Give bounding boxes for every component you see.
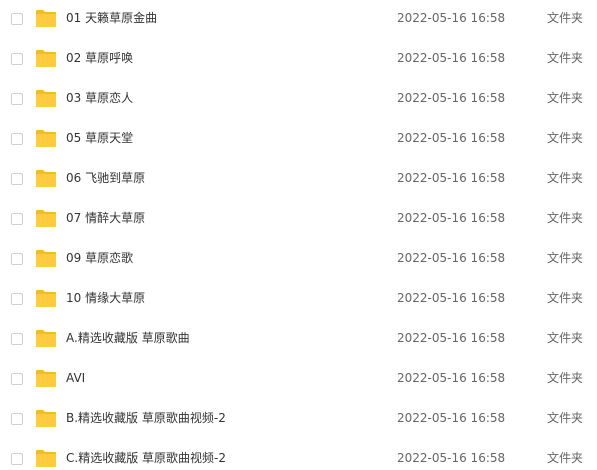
file-name[interactable]: 02 草原呼唤 [66,50,133,66]
file-type: 文件夹 [547,451,584,465]
file-row[interactable]: 02 草原呼唤 2022-05-16 16:58 文件夹 [0,40,597,80]
file-type: 文件夹 [547,411,584,425]
row-checkbox[interactable] [11,373,23,385]
file-row[interactable]: 07 情醉大草原 2022-05-16 16:58 文件夹 [0,200,597,240]
row-checkbox[interactable] [11,293,23,305]
folder-icon [35,248,57,268]
file-row[interactable]: 09 草原恋歌 2022-05-16 16:58 文件夹 [0,240,597,280]
folder-icon [35,128,57,148]
file-date: 2022-05-16 16:58 [397,51,506,65]
file-date: 2022-05-16 16:58 [397,171,506,185]
row-checkbox[interactable] [11,253,23,265]
file-type: 文件夹 [547,211,584,225]
folder-icon [35,288,57,308]
file-row[interactable]: 01 天籁草原金曲 2022-05-16 16:58 文件夹 [0,0,597,40]
file-list: 01 天籁草原金曲 2022-05-16 16:58 文件夹 02 草原呼唤 2… [0,0,597,470]
file-type: 文件夹 [547,11,584,25]
file-row[interactable]: C.精选收藏版 草原歌曲视频-2 2022-05-16 16:58 文件夹 [0,440,597,470]
file-type: 文件夹 [547,91,584,105]
row-checkbox[interactable] [11,53,23,65]
file-row[interactable]: 06 飞驰到草原 2022-05-16 16:58 文件夹 [0,160,597,200]
folder-icon [35,88,57,108]
file-name[interactable]: 06 飞驰到草原 [66,170,145,186]
file-row[interactable]: AVI 2022-05-16 16:58 文件夹 [0,360,597,400]
file-row[interactable]: 05 草原天堂 2022-05-16 16:58 文件夹 [0,120,597,160]
row-checkbox[interactable] [11,333,23,345]
file-name[interactable]: 10 情缘大草原 [66,290,145,306]
file-name[interactable]: 03 草原恋人 [66,90,133,106]
row-checkbox[interactable] [11,173,23,185]
file-date: 2022-05-16 16:58 [397,211,506,225]
row-checkbox[interactable] [11,413,23,425]
file-name[interactable]: C.精选收藏版 草原歌曲视频-2 [66,450,226,466]
file-date: 2022-05-16 16:58 [397,91,506,105]
file-type: 文件夹 [547,131,584,145]
folder-icon [35,328,57,348]
row-checkbox[interactable] [11,453,23,465]
file-name[interactable]: 07 情醉大草原 [66,210,145,226]
file-type: 文件夹 [547,291,584,305]
file-type: 文件夹 [547,251,584,265]
row-checkbox[interactable] [11,133,23,145]
row-checkbox[interactable] [11,13,23,25]
folder-icon [35,368,57,388]
file-name[interactable]: 01 天籁草原金曲 [66,10,157,26]
file-name[interactable]: 09 草原恋歌 [66,250,133,266]
folder-icon [35,448,57,468]
file-name[interactable]: B.精选收藏版 草原歌曲视频-2 [66,410,226,426]
file-type: 文件夹 [547,171,584,185]
file-date: 2022-05-16 16:58 [397,371,506,385]
folder-icon [35,208,57,228]
folder-icon [35,8,57,28]
file-date: 2022-05-16 16:58 [397,331,506,345]
file-date: 2022-05-16 16:58 [397,451,506,465]
file-type: 文件夹 [547,371,584,385]
file-date: 2022-05-16 16:58 [397,131,506,145]
folder-icon [35,48,57,68]
row-checkbox[interactable] [11,93,23,105]
file-date: 2022-05-16 16:58 [397,411,506,425]
file-row[interactable]: B.精选收藏版 草原歌曲视频-2 2022-05-16 16:58 文件夹 [0,400,597,440]
file-row[interactable]: 03 草原恋人 2022-05-16 16:58 文件夹 [0,80,597,120]
folder-icon [35,408,57,428]
file-row[interactable]: 10 情缘大草原 2022-05-16 16:58 文件夹 [0,280,597,320]
file-name[interactable]: 05 草原天堂 [66,130,133,146]
row-checkbox[interactable] [11,213,23,225]
file-type: 文件夹 [547,331,584,345]
file-name[interactable]: A.精选收藏版 草原歌曲 [66,330,190,346]
file-row[interactable]: A.精选收藏版 草原歌曲 2022-05-16 16:58 文件夹 [0,320,597,360]
file-date: 2022-05-16 16:58 [397,11,506,25]
file-date: 2022-05-16 16:58 [397,251,506,265]
file-date: 2022-05-16 16:58 [397,291,506,305]
file-type: 文件夹 [547,51,584,65]
file-name[interactable]: AVI [66,370,85,386]
folder-icon [35,168,57,188]
